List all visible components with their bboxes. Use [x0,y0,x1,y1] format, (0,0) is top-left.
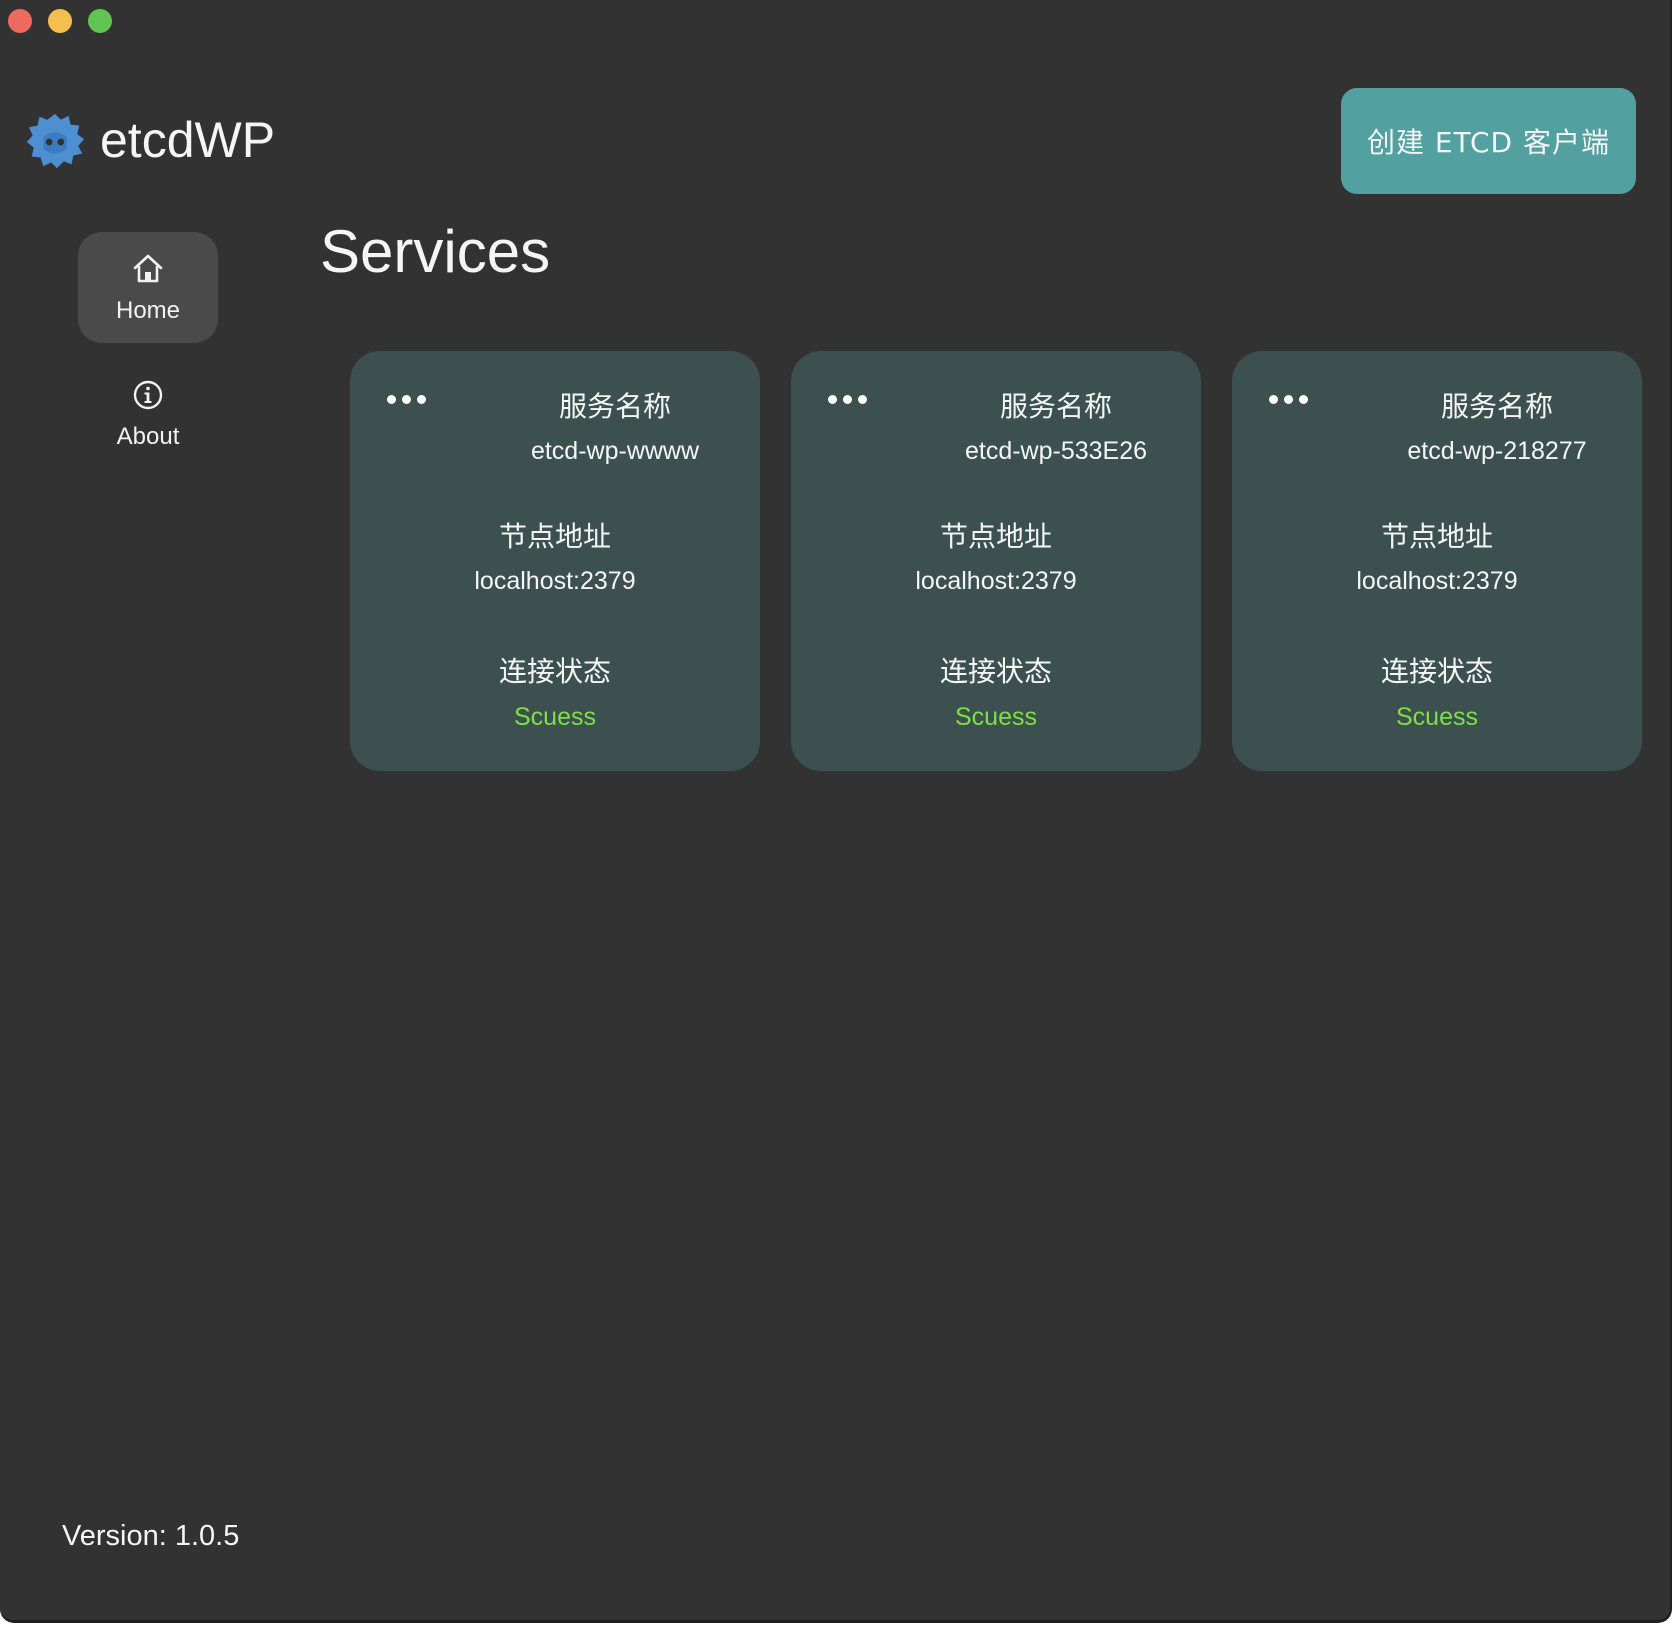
connection-status-label: 连接状态 [1380,655,1493,688]
app-title: etcdWP [100,112,276,168]
home-icon [133,254,163,282]
app-window: etcdWP 创建 ETCD 客户端 Home About Services 服… [0,0,1672,1623]
node-address-label: 节点地址 [939,520,1052,553]
connection-status-value: Scuess [514,703,596,731]
service-card[interactable]: 服务名称 etcd-wp-218277 节点地址 localhost:2379 … [1232,351,1642,771]
connection-status-label: 连接状态 [498,655,611,688]
service-card[interactable]: 服务名称 etcd-wp-533E26 节点地址 localhost:2379 … [791,351,1201,771]
service-name-label: 服务名称 [558,390,671,423]
connection-status-value: Scuess [1396,703,1478,731]
node-address-value: localhost:2379 [915,567,1077,595]
node-address-value: localhost:2379 [474,567,636,595]
service-name-value: etcd-wp-533E26 [964,437,1148,465]
node-address-value: localhost:2379 [1356,567,1518,595]
info-icon [133,380,163,409]
more-dots-icon[interactable] [1262,379,1314,419]
page-title: Services [320,218,551,285]
node-address-label: 节点地址 [498,520,611,553]
create-etcd-client-button[interactable]: 创建 ETCD 客户端 [1341,88,1636,194]
service-name-value: etcd-wp-wwww [530,437,700,465]
more-dots-icon[interactable] [821,379,873,419]
more-dots-icon[interactable] [380,379,432,419]
node-address-label: 节点地址 [1380,520,1493,553]
window-close-button[interactable] [8,9,32,33]
window-maximize-button[interactable] [88,9,112,33]
connection-status-value: Scuess [955,703,1037,731]
connection-status-label: 连接状态 [939,655,1052,688]
nav-item-home[interactable]: Home [78,232,218,343]
nav-item-label: About [116,422,180,450]
nav-item-about[interactable]: About [78,358,218,469]
window-minimize-button[interactable] [48,9,72,33]
service-name-label: 服务名称 [1440,390,1553,423]
service-card[interactable]: 服务名称 etcd-wp-wwww 节点地址 localhost:2379 连接… [350,351,760,771]
version-label: Version: 1.0.5 [62,1520,240,1552]
service-name-label: 服务名称 [999,390,1112,423]
nav-item-label: Home [115,296,181,324]
etcd-gear-logo-icon [26,113,85,169]
service-name-value: etcd-wp-218277 [1407,437,1587,465]
